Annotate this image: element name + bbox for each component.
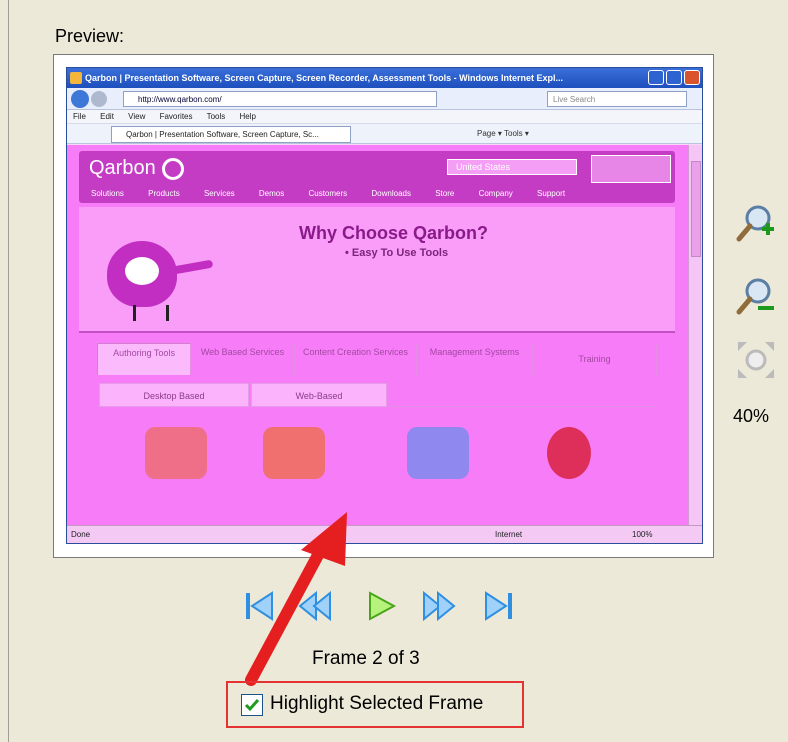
last-frame-icon[interactable]	[482, 589, 516, 623]
play-icon[interactable]	[364, 589, 398, 623]
site-nav-item: Downloads	[371, 189, 411, 198]
product-tile	[547, 427, 591, 479]
site-bullet: • Easy To Use Tools	[345, 247, 449, 259]
header-banner	[591, 155, 671, 183]
checkmark-icon	[244, 699, 260, 712]
frame-counter: Frame 2 of 3	[312, 648, 420, 669]
highlight-checkbox[interactable]	[241, 694, 263, 716]
zoom-in-icon[interactable]	[736, 203, 776, 243]
site-subtab: Desktop Based	[99, 383, 249, 407]
web-page: Qarbon United States Solutions Products …	[67, 145, 690, 543]
site-hero: Why Choose Qarbon? • Easy To Use Tools	[79, 207, 675, 333]
next-frame-icon[interactable]	[422, 589, 456, 623]
browser-menu: File Edit View Favorites Tools Help	[67, 110, 702, 124]
first-frame-icon[interactable]	[242, 589, 276, 623]
site-nav-item: Demos	[258, 189, 285, 198]
fit-to-window-icon[interactable]	[736, 340, 776, 380]
back-icon	[71, 90, 89, 108]
zoom-out-icon[interactable]	[736, 276, 776, 316]
site-tab: Content Creation Services	[295, 343, 417, 375]
browser-title: Qarbon | Presentation Software, Screen C…	[85, 73, 564, 83]
zoom-level: 40%	[733, 406, 770, 426]
site-tab: Web Based Services	[191, 343, 295, 375]
menu-item: Edit	[100, 112, 114, 121]
highlight-checkbox-label[interactable]: Highlight Selected Frame	[270, 693, 483, 715]
site-tab: Training	[533, 343, 657, 375]
maximize-icon	[666, 70, 682, 85]
browser-toolbar-text: Page ▾ Tools ▾	[477, 129, 529, 138]
logo-mark-icon	[161, 157, 184, 180]
site-nav-item: Customers	[308, 189, 348, 198]
site-tab: Management Systems	[417, 343, 533, 375]
site-subtab: Web-Based	[251, 383, 387, 407]
mascot-icon	[107, 241, 177, 307]
browser-scrollbar	[688, 145, 702, 527]
site-tab: Authoring Tools	[97, 343, 191, 375]
product-tile	[407, 427, 469, 479]
site-nav-item: Company	[478, 189, 513, 198]
country-select: United States	[447, 159, 577, 175]
minimize-icon	[648, 70, 664, 85]
status-text: Done	[71, 530, 91, 539]
site-nav-item: Support	[537, 189, 566, 198]
browser-icon	[70, 72, 82, 84]
status-zoom: 100%	[632, 530, 653, 539]
forward-icon	[91, 91, 107, 107]
close-icon	[684, 70, 700, 85]
product-tile	[263, 427, 325, 479]
product-tile	[145, 427, 207, 479]
preview-frame: Qarbon | Presentation Software, Screen C…	[53, 54, 714, 558]
site-headline: Why Choose Qarbon?	[299, 223, 488, 243]
preview-panel: Preview: Qarbon | Presentation Software,…	[8, 0, 788, 742]
status-zone: Internet	[495, 530, 523, 539]
site-tabs: Authoring Tools Web Based Services Conte…	[97, 343, 657, 375]
menu-item: View	[128, 112, 146, 121]
browser-address-bar: http://www.qarbon.com/ Live Search	[67, 88, 702, 110]
browser-title-bar: Qarbon | Presentation Software, Screen C…	[67, 68, 702, 88]
browser-search-field: Live Search	[547, 91, 687, 107]
menu-item: Favorites	[159, 112, 193, 121]
site-nav: Solutions Products Services Demos Custom…	[79, 185, 675, 203]
playback-controls	[242, 589, 517, 623]
site-nav-item: Products	[148, 189, 180, 198]
address-field: http://www.qarbon.com/	[123, 91, 437, 107]
site-header: Qarbon United States Solutions Products …	[79, 151, 675, 203]
previous-frame-icon[interactable]	[298, 589, 332, 623]
mascot-legs	[133, 305, 169, 321]
browser-status-bar: Done Internet 100%	[67, 525, 702, 543]
site-nav-item: Solutions	[91, 189, 124, 198]
browser-tab: Qarbon | Presentation Software, Screen C…	[111, 126, 351, 143]
menu-item: Help	[239, 112, 256, 121]
browser-tab-row: Qarbon | Presentation Software, Screen C…	[67, 124, 702, 144]
menu-item: File	[73, 112, 86, 121]
menu-item: Tools	[206, 112, 226, 121]
frame-screenshot: Qarbon | Presentation Software, Screen C…	[66, 67, 703, 544]
preview-label: Preview:	[55, 26, 125, 46]
mascot-arm	[172, 259, 214, 275]
site-nav-item: Services	[203, 189, 235, 198]
site-subtabs: Desktop Based Web-Based	[97, 381, 657, 407]
site-nav-item: Store	[435, 189, 455, 198]
site-logo: Qarbon	[89, 157, 184, 180]
